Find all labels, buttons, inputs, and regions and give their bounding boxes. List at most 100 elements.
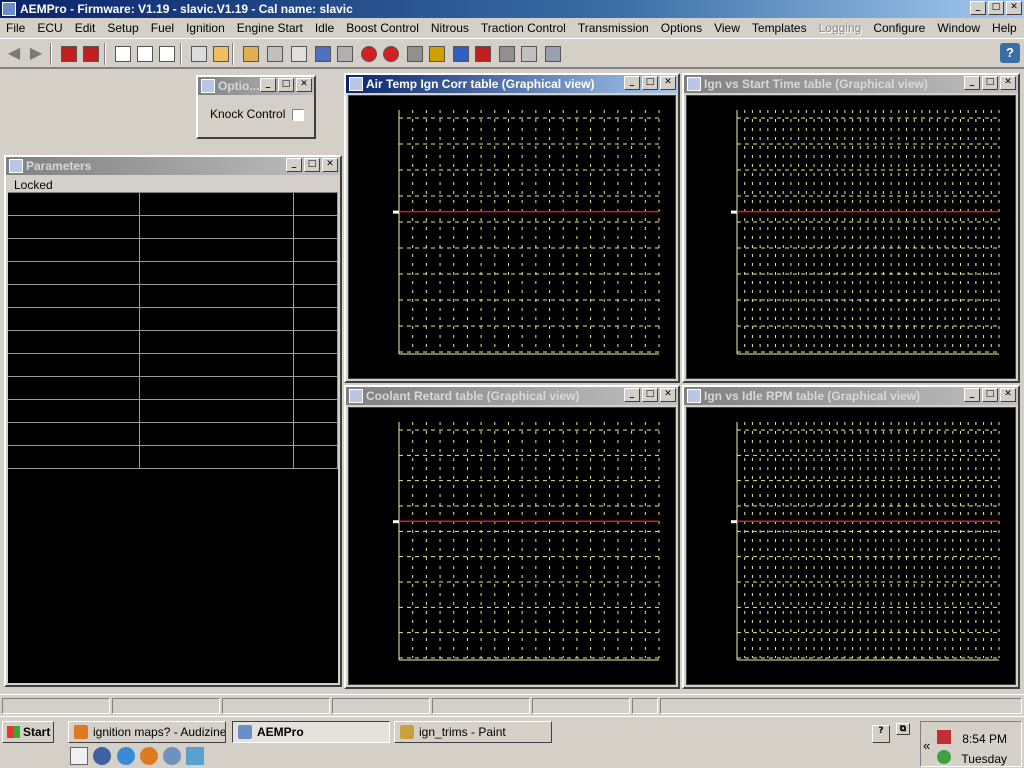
close-button[interactable]: ✕ — [296, 78, 312, 92]
table-cell[interactable] — [294, 331, 338, 353]
menu-help[interactable]: Help — [986, 19, 1023, 37]
graph-plot[interactable] — [687, 96, 1019, 382]
app-title-bar[interactable]: AEMPro - Firmware: V1.19 - slavic.V1.19 … — [0, 0, 1024, 18]
close-button[interactable]: ✕ — [660, 76, 676, 90]
table-row[interactable] — [8, 423, 338, 446]
table-row[interactable] — [8, 354, 338, 377]
table-row[interactable] — [8, 400, 338, 423]
help-tray-icon[interactable]: ? — [872, 725, 890, 743]
task-button-paint[interactable]: ign_trims - Paint — [394, 721, 552, 743]
menu-window[interactable]: Window — [931, 19, 986, 37]
table-cell[interactable] — [294, 446, 338, 468]
internet-explorer-icon[interactable] — [117, 747, 135, 765]
graph-canvas[interactable] — [348, 95, 676, 379]
knock-control-checkbox[interactable] — [292, 109, 304, 121]
menu-ecu[interactable]: ECU — [31, 19, 68, 37]
maximize-button[interactable]: □ — [278, 78, 294, 92]
minimize-button[interactable]: _ — [260, 78, 276, 92]
task-button-aempro[interactable]: AEMPro — [232, 721, 390, 743]
tray-alert-icon[interactable] — [937, 730, 951, 744]
table-cell[interactable] — [294, 216, 338, 238]
minimize-button[interactable]: _ — [964, 388, 980, 402]
close-button[interactable]: ✕ — [1000, 388, 1016, 402]
menu-configure[interactable]: Configure — [867, 19, 931, 37]
table-cell[interactable] — [8, 193, 140, 215]
table-cell[interactable] — [140, 446, 294, 468]
minimize-button[interactable]: _ — [964, 76, 980, 90]
maximize-button[interactable]: □ — [988, 1, 1004, 15]
graph-window-titlebar[interactable]: Air Temp Ign Corr table (Graphical view)… — [346, 75, 678, 93]
firefox-icon[interactable] — [140, 747, 158, 765]
table-cell[interactable] — [8, 423, 140, 445]
menu-file[interactable]: File — [0, 19, 31, 37]
table-cell[interactable] — [8, 446, 140, 468]
cursor-marker[interactable] — [731, 520, 737, 524]
no-entry-icon[interactable] — [380, 43, 402, 65]
cursor-marker[interactable] — [393, 210, 399, 214]
house-icon[interactable] — [240, 43, 262, 65]
options-window-titlebar[interactable]: Optio... _ □ ✕ — [198, 77, 314, 95]
start-button[interactable]: Start — [2, 721, 54, 743]
table-cell[interactable] — [140, 239, 294, 261]
menu-ignition[interactable]: Ignition — [180, 19, 231, 37]
menu-setup[interactable]: Setup — [101, 19, 144, 37]
table-row[interactable] — [8, 239, 338, 262]
table-cell[interactable] — [140, 377, 294, 399]
options-window[interactable]: Optio... _ □ ✕ Knock Control — [196, 75, 316, 139]
table-cell[interactable] — [140, 331, 294, 353]
table-row[interactable] — [8, 262, 338, 285]
menu-boost-control[interactable]: Boost Control — [340, 19, 425, 37]
table-cell[interactable] — [8, 239, 140, 261]
table-cell[interactable] — [8, 377, 140, 399]
table-cell[interactable] — [294, 285, 338, 307]
menu-traction-control[interactable]: Traction Control — [475, 19, 572, 37]
menu-transmission[interactable]: Transmission — [572, 19, 655, 37]
network-icon[interactable] — [163, 747, 181, 765]
table-cell[interactable] — [294, 239, 338, 261]
graph-window-idle-rpm[interactable]: Ign vs Idle RPM table (Graphical view) _ □… — [682, 385, 1020, 689]
table-cell[interactable] — [294, 354, 338, 376]
app-launcher-icon[interactable] — [186, 747, 204, 765]
auto-icon[interactable] — [472, 43, 494, 65]
graph-canvas[interactable] — [686, 407, 1016, 685]
maximize-button[interactable]: □ — [642, 388, 658, 402]
menu-fuel[interactable]: Fuel — [145, 19, 180, 37]
sliders-icon[interactable] — [496, 43, 518, 65]
graph-window-start-time[interactable]: Ign vs Start Time table (Graphical view)… — [682, 73, 1020, 383]
table-cell[interactable] — [140, 262, 294, 284]
table-cell[interactable] — [8, 216, 140, 238]
car-icon[interactable] — [518, 43, 540, 65]
stop-icon[interactable] — [358, 43, 380, 65]
table-cell[interactable] — [140, 423, 294, 445]
table-cell[interactable] — [8, 308, 140, 330]
table-cell[interactable] — [140, 285, 294, 307]
table-row[interactable] — [8, 377, 338, 400]
parameters-window[interactable]: Parameters _ □ ✕ Locked — [4, 155, 342, 687]
table-row[interactable] — [8, 308, 338, 331]
dial-icon[interactable] — [404, 43, 426, 65]
menu-options[interactable]: Options — [655, 19, 708, 37]
table-row[interactable] — [8, 331, 338, 354]
tree-view-icon[interactable] — [188, 43, 210, 65]
table-cell[interactable] — [140, 354, 294, 376]
graph-window-coolant[interactable]: Coolant Retard table (Graphical view) _ □ ✕ — [344, 385, 680, 689]
graph-canvas[interactable] — [348, 407, 676, 685]
save-file-icon[interactable] — [156, 43, 178, 65]
graph-plot[interactable] — [687, 408, 1019, 688]
table-cell[interactable] — [294, 400, 338, 422]
help-button[interactable]: ? — [1000, 43, 1020, 63]
table-row[interactable] — [8, 193, 338, 216]
menu-view[interactable]: View — [708, 19, 746, 37]
fuel-pump-icon[interactable] — [334, 43, 356, 65]
ecu-read-icon[interactable] — [58, 43, 80, 65]
graph-window-titlebar[interactable]: Ign vs Start Time table (Graphical view)… — [684, 75, 1018, 93]
table-cell[interactable] — [8, 285, 140, 307]
chart-view-icon[interactable] — [210, 43, 232, 65]
cursor-marker[interactable] — [731, 210, 737, 214]
minimize-button[interactable]: _ — [624, 388, 640, 402]
graph-window-titlebar[interactable]: Coolant Retard table (Graphical view) _ □ ✕ — [346, 387, 678, 405]
graph-window-air-temp[interactable]: Air Temp Ign Corr table (Graphical view)… — [344, 73, 680, 383]
parameters-grid[interactable] — [8, 193, 338, 683]
forward-arrow-icon[interactable]: ▶ — [26, 43, 46, 65]
open-file-icon[interactable] — [134, 43, 156, 65]
